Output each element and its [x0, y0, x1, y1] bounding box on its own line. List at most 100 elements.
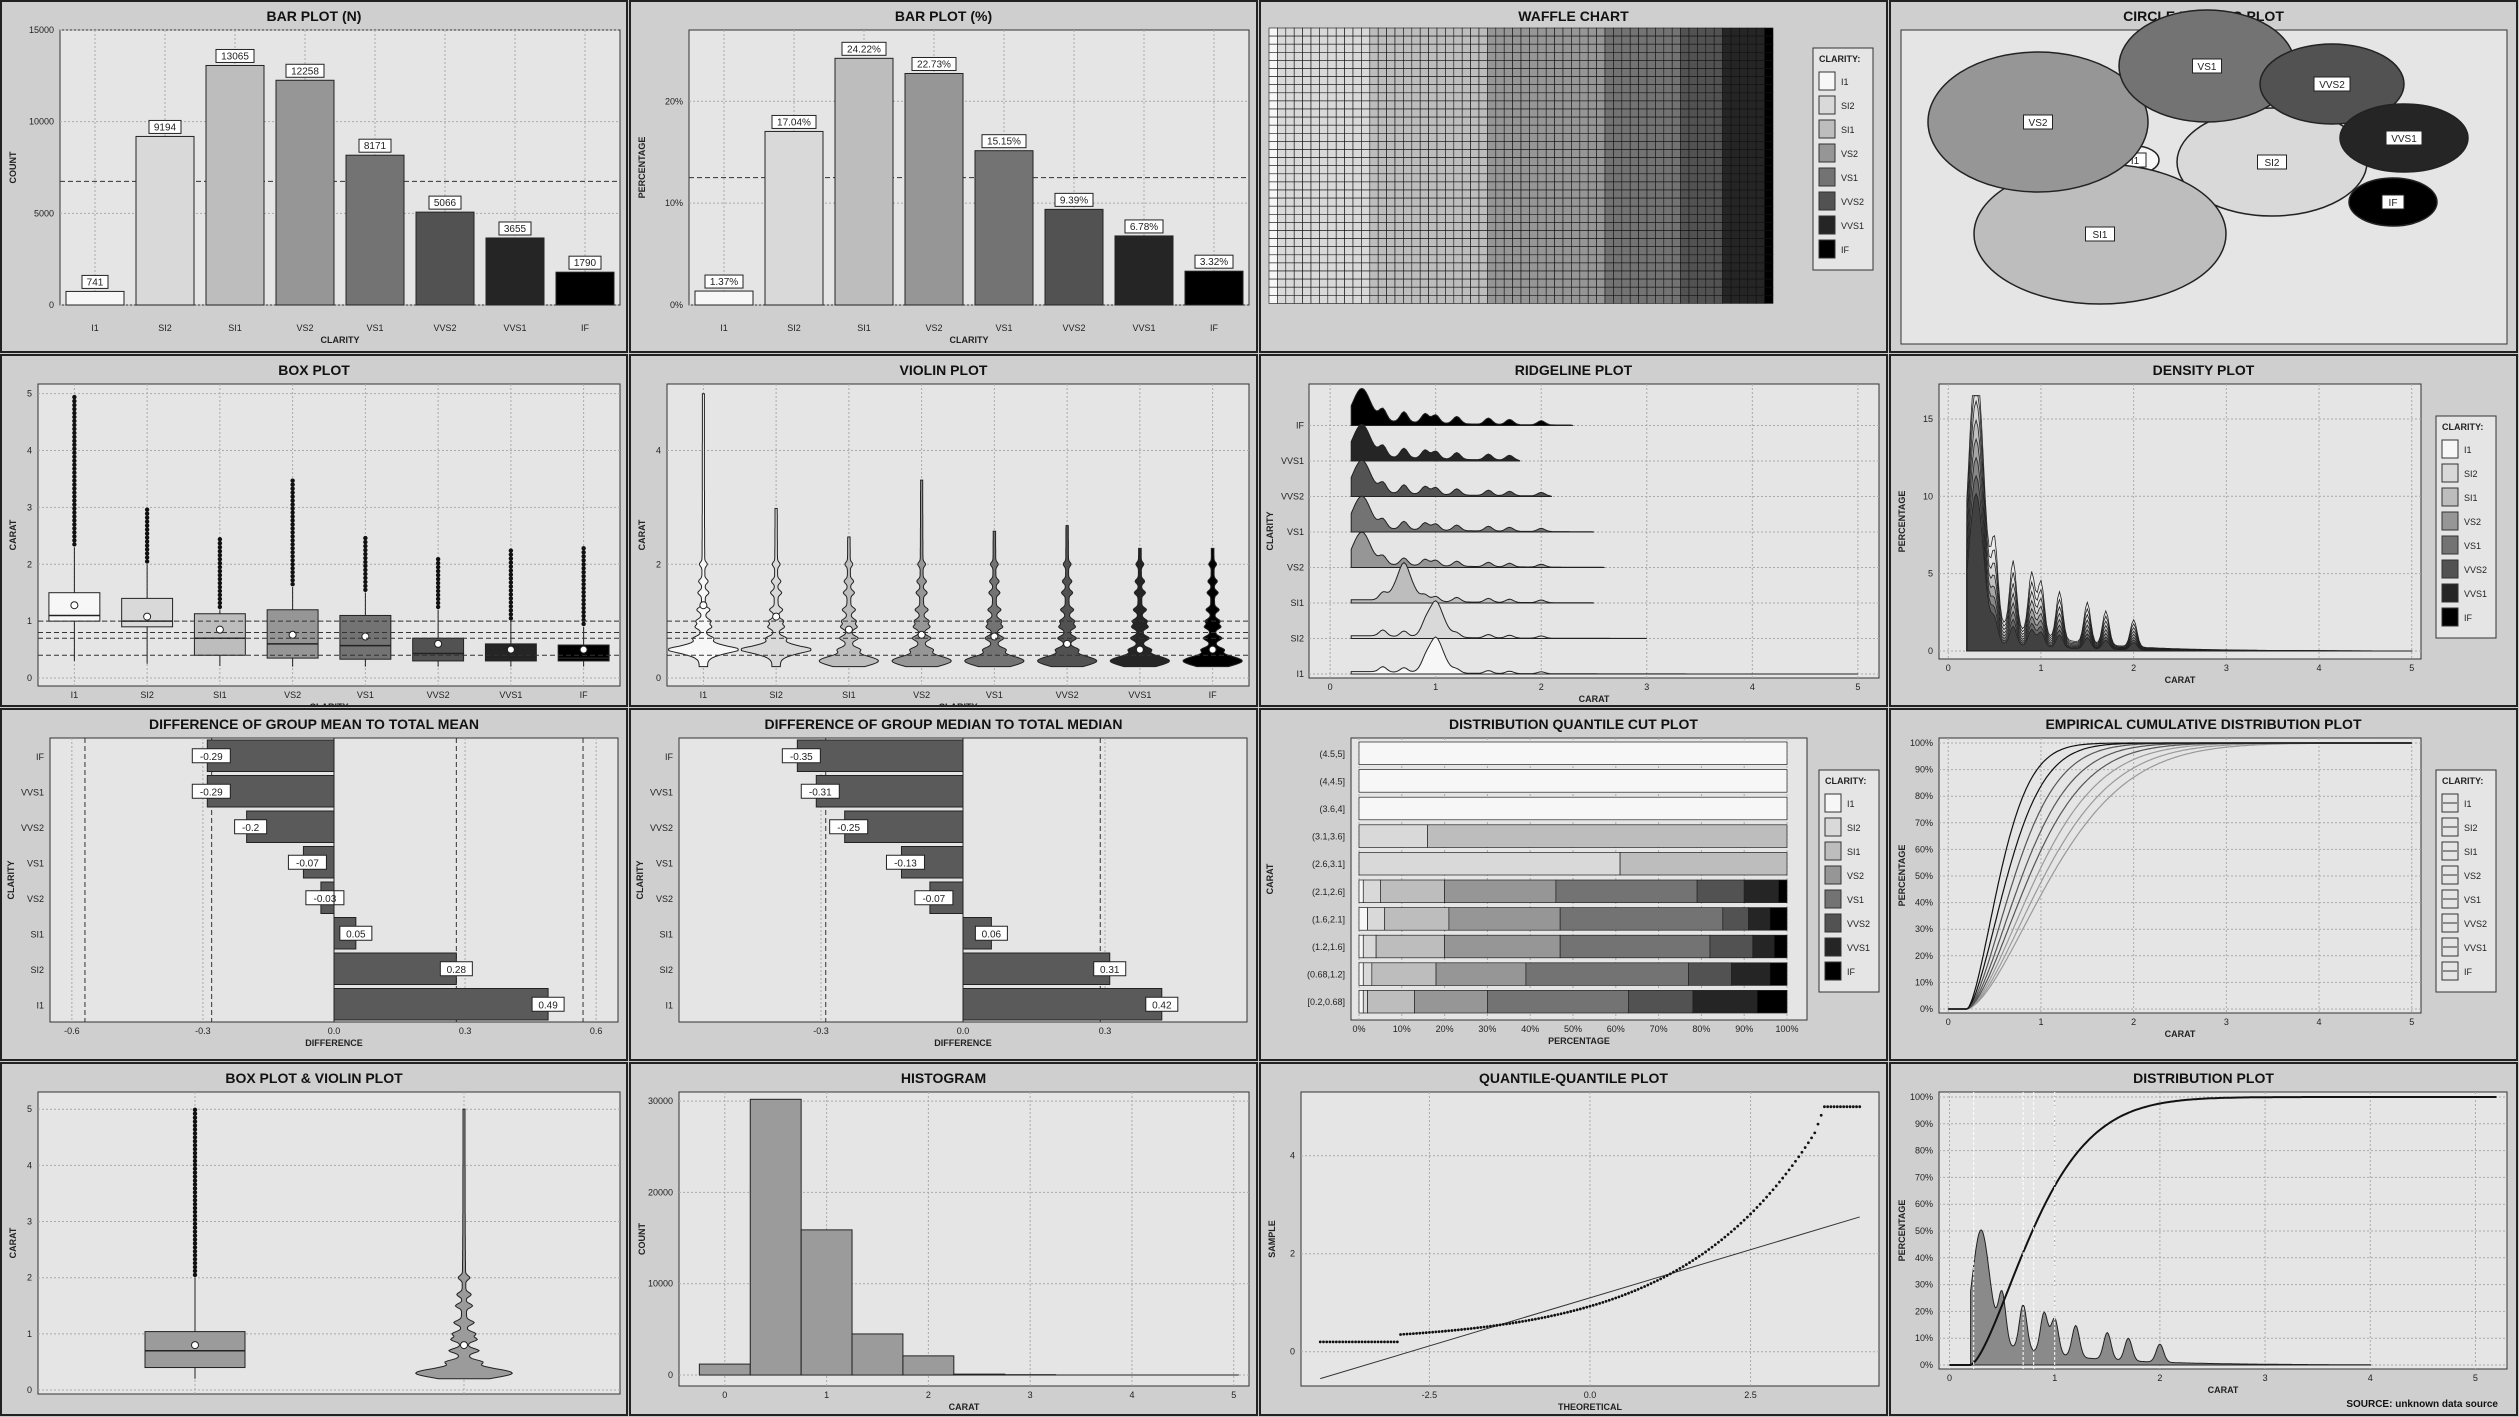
outlier-point — [192, 1182, 198, 1187]
waffle-cell — [1739, 51, 1749, 61]
waffle-cell — [1394, 197, 1404, 207]
outlier-point — [192, 1135, 198, 1140]
outlier-point — [192, 1123, 198, 1128]
waffle-cell — [1571, 197, 1581, 207]
waffle-cell — [1604, 278, 1614, 288]
waffle-cell — [1579, 189, 1589, 199]
x-tick-label: 4 — [2317, 663, 2322, 673]
axis-label: CLARITY — [6, 861, 16, 900]
waffle-cell — [1419, 157, 1429, 167]
bar — [834, 57, 894, 306]
bar — [485, 237, 545, 306]
waffle-cell — [1487, 68, 1497, 77]
qq-point — [1357, 1340, 1361, 1344]
waffle-cell — [1453, 35, 1463, 45]
waffle-cell — [1688, 108, 1698, 118]
waffle-cell — [1764, 262, 1774, 272]
waffle-cell — [1377, 197, 1387, 207]
waffle-cell — [1663, 116, 1673, 126]
stack-segment — [1444, 879, 1557, 903]
y-tick-label: 20% — [1915, 1306, 1933, 1316]
waffle-cell — [1671, 141, 1681, 150]
waffle-cell — [1428, 92, 1438, 102]
waffle-cell — [1428, 181, 1438, 191]
waffle-cell — [1537, 108, 1547, 118]
waffle-cell — [1377, 108, 1387, 118]
waffle-cell — [1545, 278, 1555, 288]
data-label: -0.2 — [242, 823, 260, 834]
y-tick-label: (3.1,3.6] — [1312, 832, 1345, 842]
waffle-cell — [1352, 197, 1362, 207]
outlier-point — [363, 559, 368, 565]
waffle-cell — [1268, 76, 1278, 85]
waffle-cell — [1470, 205, 1480, 215]
waffle-cell — [1663, 294, 1673, 304]
waffle-cell — [1621, 197, 1631, 207]
waffle-cell — [1361, 133, 1371, 142]
waffle-cell — [1478, 35, 1488, 45]
qq-point — [1717, 1240, 1720, 1244]
waffle-cell — [1655, 108, 1665, 118]
waffle-cell — [1680, 149, 1690, 158]
outlier-point — [290, 478, 295, 483]
stack-segment — [1778, 879, 1788, 903]
waffle-cell — [1293, 133, 1303, 142]
outlier-point — [290, 538, 295, 543]
waffle-cell — [1503, 165, 1513, 175]
waffle-cell — [1730, 189, 1740, 199]
waffle-cell — [1369, 124, 1379, 134]
qq-point — [1588, 1304, 1592, 1308]
waffle-cell — [1713, 76, 1723, 85]
waffle-cell — [1596, 165, 1606, 175]
stack-segment — [1555, 879, 1698, 903]
outlier-point — [581, 609, 586, 615]
waffle-cell — [1285, 246, 1295, 256]
waffle-cell — [1520, 294, 1530, 304]
outlier-point — [508, 604, 514, 609]
axis-label: PERCENTAGE — [1548, 1036, 1610, 1046]
waffle-cell — [1445, 108, 1455, 118]
waffle-cell — [1671, 238, 1681, 248]
legend-key — [1818, 119, 1836, 139]
waffle-cell — [1755, 116, 1765, 126]
waffle-cell — [1369, 254, 1379, 264]
waffle-cell — [1453, 149, 1463, 158]
waffle-cell — [1520, 246, 1530, 256]
waffle-cell — [1327, 92, 1337, 102]
waffle-cell — [1319, 278, 1329, 288]
waffle-cell — [1655, 141, 1665, 150]
waffle-cell — [1562, 76, 1572, 85]
outlier-point — [192, 1139, 198, 1144]
waffle-cell — [1352, 214, 1362, 223]
waffle-cell — [1604, 286, 1614, 296]
waffle-cell — [1596, 238, 1606, 248]
waffle-cell — [1613, 84, 1623, 94]
waffle-cell — [1671, 76, 1681, 85]
waffle-cell — [1461, 92, 1471, 102]
outlier-point — [508, 548, 514, 553]
y-tick-label: 4 — [1290, 1151, 1295, 1161]
waffle-cell — [1512, 76, 1522, 85]
legend-label: IF — [1841, 245, 1850, 255]
y-tick-label: 2 — [27, 1273, 32, 1283]
waffle-cell — [1671, 51, 1681, 61]
waffle-cell — [1394, 246, 1404, 256]
waffle-cell — [1461, 76, 1471, 85]
waffle-cell — [1604, 205, 1614, 215]
waffle-cell — [1319, 141, 1329, 150]
waffle-cell — [1587, 100, 1597, 110]
waffle-cell — [1377, 141, 1387, 150]
waffle-cell — [1655, 238, 1665, 248]
waffle-cell — [1293, 51, 1303, 61]
qq-point — [1550, 1314, 1553, 1318]
outlier-point — [144, 507, 150, 512]
outlier-point — [435, 596, 441, 602]
y-tick-label: 60% — [1915, 844, 1933, 854]
waffle-cell — [1268, 51, 1278, 61]
legend-title: CLARITY: — [1819, 54, 1860, 64]
waffle-cell — [1705, 60, 1715, 69]
waffle-cell — [1293, 100, 1303, 110]
qq-point — [1360, 1340, 1364, 1344]
waffle-cell — [1461, 165, 1471, 175]
waffle-cell — [1453, 214, 1463, 223]
